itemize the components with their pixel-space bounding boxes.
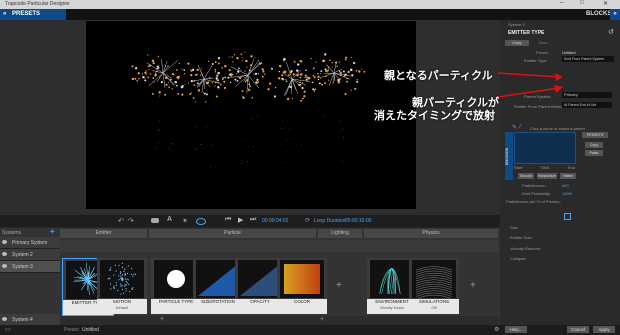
system-row-2[interactable]: System 2 bbox=[0, 249, 60, 261]
eye-icon[interactable] bbox=[2, 264, 7, 268]
size-rotation-thumbnail bbox=[196, 260, 240, 298]
eye-icon[interactable] bbox=[2, 240, 7, 244]
add-particle-icon[interactable]: + bbox=[320, 316, 324, 323]
apply-button[interactable]: Apply bbox=[593, 326, 615, 333]
eye-icon[interactable] bbox=[2, 252, 7, 256]
add-lighting-icon[interactable]: + bbox=[336, 280, 342, 291]
system-row-primary[interactable]: Primary System bbox=[0, 237, 60, 249]
systems-header: Systems bbox=[2, 230, 22, 236]
motion-thumbnail bbox=[100, 260, 144, 298]
annotation-arrow-2 bbox=[497, 87, 560, 98]
category-lighting: Lighting bbox=[318, 229, 362, 238]
annotation-arrowhead-2 bbox=[554, 85, 563, 93]
eye-icon[interactable] bbox=[2, 317, 7, 321]
gear-icon[interactable]: ⚙ bbox=[494, 326, 499, 333]
category-emitter: Emitter bbox=[60, 229, 147, 238]
annotation-parent: 親となるパーティクル bbox=[384, 70, 493, 82]
status-bar: ▭ Preset: Untitled ⚙ Help... Cancel Appl… bbox=[0, 325, 620, 335]
tile-motion[interactable]: MOTION Default bbox=[97, 258, 147, 314]
add-emitter-icon[interactable]: + bbox=[160, 316, 164, 323]
opacity-thumbnail bbox=[238, 260, 282, 298]
particle-type-thumbnail bbox=[154, 260, 198, 298]
status-preset-value: Untitled bbox=[82, 327, 99, 333]
add-row: + + bbox=[60, 316, 498, 325]
status-preset-label: Preset: bbox=[64, 327, 80, 333]
annotation-arrow-1 bbox=[497, 72, 560, 78]
category-particle: Particle bbox=[149, 229, 316, 238]
category-physics: Physics bbox=[364, 229, 498, 238]
tile-caption: MOTION Default bbox=[97, 299, 147, 314]
environment-thumbnail bbox=[370, 260, 414, 298]
system-row-3[interactable]: System 3 bbox=[0, 261, 60, 273]
add-physics-icon[interactable]: + bbox=[470, 280, 476, 291]
tile-simulations[interactable]: SIMULATIONS Off bbox=[409, 258, 459, 314]
tile-caption: COLOR bbox=[277, 299, 327, 314]
folder-icon[interactable]: ▭ bbox=[5, 326, 11, 333]
tile-caption: SIMULATIONS Off bbox=[409, 299, 459, 314]
annotation-emit-line2: 消えたタイミングで放射 bbox=[374, 110, 495, 122]
add-system-icon[interactable]: + bbox=[50, 227, 55, 236]
annotation-arrowhead-1 bbox=[555, 73, 563, 81]
color-thumbnail bbox=[280, 260, 324, 298]
tile-slot-row bbox=[60, 240, 498, 252]
simulations-thumbnail bbox=[412, 260, 456, 298]
help-button[interactable]: Help... bbox=[505, 326, 527, 333]
tile-color[interactable]: COLOR bbox=[277, 258, 327, 314]
cancel-button[interactable]: Cancel bbox=[567, 326, 589, 333]
